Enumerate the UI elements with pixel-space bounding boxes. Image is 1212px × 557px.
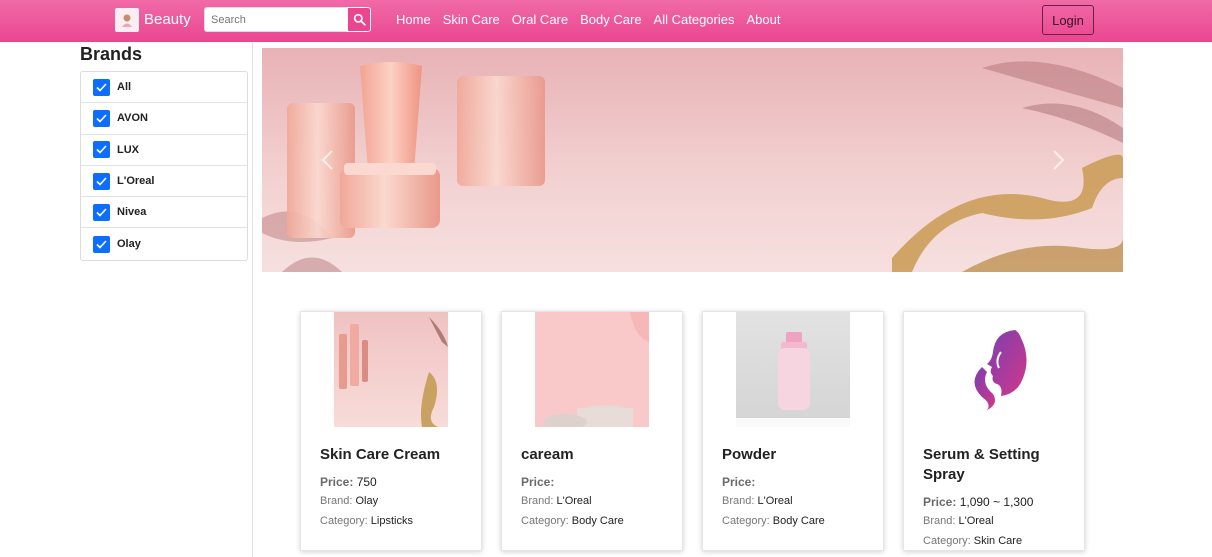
search-input[interactable]	[204, 7, 347, 32]
product-price: Price:	[521, 475, 555, 489]
product-price: Price: 750	[320, 475, 377, 489]
product-card[interactable]: Powder Price: Brand: L'Oreal Category: B…	[702, 311, 884, 551]
brand-filter-label: AVON	[117, 112, 148, 125]
cosmetics-photo	[339, 317, 448, 427]
product-price: Price:	[722, 475, 756, 489]
brand-filter-label: Olay	[117, 238, 141, 251]
brand-filter-label: LUX	[117, 143, 139, 156]
checkbox-checked-icon[interactable]	[93, 172, 110, 190]
carousel-prev-button[interactable]	[318, 148, 338, 172]
product-title[interactable]: Powder	[722, 445, 872, 465]
brand-filter-lux[interactable]: LUX	[81, 135, 247, 166]
search-icon	[353, 13, 366, 26]
nav-links: Home Skin Care Oral Care Body Care All C…	[396, 12, 780, 27]
brand-logo-icon	[115, 7, 139, 32]
brand-link[interactable]: Beauty	[115, 7, 191, 32]
product-image[interactable]	[904, 312, 1084, 427]
checkbox-checked-icon[interactable]	[93, 203, 110, 221]
search-form	[204, 7, 371, 32]
checkbox-checked-icon[interactable]	[93, 141, 110, 159]
brand-filter-avon[interactable]: AVON	[81, 103, 247, 135]
login-button[interactable]: Login	[1042, 5, 1094, 35]
search-button[interactable]	[347, 7, 371, 32]
product-brand: Brand: L'Oreal	[521, 495, 592, 507]
brand-filter-list: All AVON LUX L'Oreal Nivea Olay	[80, 71, 248, 261]
product-title[interactable]: Skin Care Cream	[320, 445, 470, 465]
product-category: Category: Body Care	[722, 515, 825, 527]
product-image[interactable]	[703, 312, 883, 427]
nav-link-body-care[interactable]: Body Care	[580, 12, 641, 27]
product-title[interactable]: caream	[521, 445, 671, 465]
product-category: Category: Body Care	[521, 515, 624, 527]
product-image[interactable]	[301, 312, 481, 427]
powder-bottle-photo	[736, 332, 850, 427]
product-brand: Brand: Olay	[320, 495, 379, 507]
product-image[interactable]	[502, 312, 682, 427]
checkbox-checked-icon[interactable]	[93, 235, 110, 253]
brand-name: Beauty	[144, 11, 191, 28]
sidebar: Brands All AVON LUX L'Oreal Nivea Olay	[0, 42, 253, 557]
brand-filter-loreal[interactable]: L'Oreal	[81, 166, 247, 198]
product-category: Category: Skin Care	[923, 535, 1023, 547]
brand-filter-label: L'Oreal	[117, 175, 155, 188]
product-category: Category: Lipsticks	[320, 515, 413, 527]
cream-photo	[543, 312, 649, 427]
chevron-left-icon	[321, 150, 333, 170]
product-title[interactable]: Serum & Setting Spray	[923, 445, 1073, 485]
chevron-right-icon	[1053, 150, 1065, 170]
brand-filter-olay[interactable]: Olay	[81, 228, 247, 259]
brand-filter-label: Nivea	[117, 206, 147, 219]
checkbox-checked-icon[interactable]	[93, 109, 110, 127]
nav-link-skin-care[interactable]: Skin Care	[443, 12, 500, 27]
nav-link-all-categories[interactable]: All Categories	[654, 12, 735, 27]
nav-link-oral-care[interactable]: Oral Care	[512, 12, 568, 27]
brand-filter-nivea[interactable]: Nivea	[81, 197, 247, 229]
sidebar-title: Brands	[80, 44, 143, 64]
product-brand: Brand: L'Oreal	[923, 515, 994, 527]
product-brand: Brand: L'Oreal	[722, 495, 793, 507]
carousel-banner-image	[262, 61, 1123, 272]
hero-carousel	[262, 48, 1123, 272]
face-silhouette-logo-icon	[974, 330, 1027, 410]
product-card[interactable]: caream Price: Brand: L'Oreal Category: B…	[501, 311, 683, 551]
product-card[interactable]: Serum & Setting Spray Price: 1,090 ~ 1,3…	[903, 311, 1085, 551]
nav-link-home[interactable]: Home	[396, 12, 431, 27]
carousel-next-button[interactable]	[1048, 148, 1068, 172]
brand-filter-label: All	[117, 81, 132, 94]
product-price: Price: 1,090 ~ 1,300	[923, 495, 1034, 509]
nav-link-about[interactable]: About	[746, 12, 780, 27]
navbar: Beauty Home Skin Care Oral Care Body Car…	[0, 0, 1212, 42]
brand-filter-all[interactable]: All	[81, 72, 247, 104]
product-card[interactable]: Skin Care Cream Price: 750 Brand: Olay C…	[300, 311, 482, 551]
checkbox-checked-icon[interactable]	[93, 78, 110, 96]
